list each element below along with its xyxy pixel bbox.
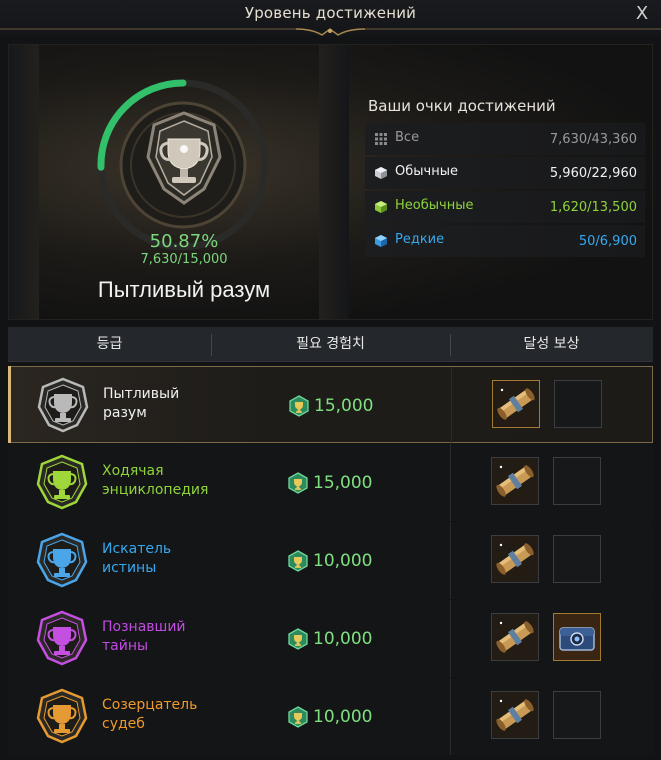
score-value: 7,630/43,360 xyxy=(549,132,637,147)
rank-name: Пытливый разум xyxy=(103,386,180,421)
window-title: Уровень достижений xyxy=(244,4,417,22)
score-label: Необычные xyxy=(395,198,474,213)
empty-reward-slot[interactable] xyxy=(553,535,601,583)
rank-table-body: Пытливый разум 15,000 Ходячая энциклопед… xyxy=(8,366,653,756)
header-rank: 등급 xyxy=(96,336,123,352)
column-divider xyxy=(450,678,451,755)
rank-row-3[interactable]: Искатель истины 10,000 xyxy=(8,522,653,599)
rank-name: Искатель истины xyxy=(102,541,172,576)
title-bar: Уровень достижений X xyxy=(0,0,661,36)
grid-icon xyxy=(375,133,387,145)
close-button[interactable]: X xyxy=(631,3,653,25)
rank-row-2[interactable]: Ходячая энциклопедия 15,000 xyxy=(8,444,653,521)
required-exp-value: 10,000 xyxy=(313,707,373,727)
exp-gem-icon xyxy=(288,628,308,650)
header-reward: 달성 보상 xyxy=(523,336,580,352)
empty-reward-slot[interactable] xyxy=(553,457,601,505)
exp-gem-icon xyxy=(289,395,309,417)
empty-reward-slot[interactable] xyxy=(553,691,601,739)
reward-slot-1[interactable] xyxy=(491,535,539,583)
blue-cube-icon xyxy=(375,235,387,247)
silver-trophy-icon xyxy=(37,377,89,433)
required-exp-value: 15,000 xyxy=(313,473,373,493)
score-value: 5,960/22,960 xyxy=(549,166,637,181)
scroll-icon xyxy=(492,458,538,504)
exp-gem-icon xyxy=(288,472,308,494)
orange-trophy-icon xyxy=(36,688,88,744)
scroll-icon xyxy=(492,692,538,738)
required-exp-value: 10,000 xyxy=(313,629,373,649)
exp-gem-icon xyxy=(288,550,308,572)
rank-row-4[interactable]: Познавший тайны 10,000 xyxy=(8,600,653,677)
reward-slot-2[interactable] xyxy=(553,613,601,661)
reward-slot-1[interactable] xyxy=(491,691,539,739)
score-row-common: Обычные 5,960/22,960 xyxy=(365,157,645,189)
required-exp-value: 10,000 xyxy=(313,551,373,571)
achievement-scores: Ваши очки достижений Все 7,630/43,360 Об… xyxy=(365,97,645,259)
exp-gem-icon xyxy=(288,706,308,728)
achievement-hero-panel: 50.87% 7,630/15,000 Пытливый разум Ваши … xyxy=(8,44,653,320)
title-ornament-icon xyxy=(0,28,661,36)
header-required-exp: 필요 경험치 xyxy=(296,336,365,352)
score-label: Редкие xyxy=(395,232,445,247)
reward-slot-1[interactable] xyxy=(491,457,539,505)
score-value: 1,620/13,500 xyxy=(549,200,637,215)
rank-row-1[interactable]: Пытливый разум 15,000 xyxy=(8,366,653,444)
empty-reward-slot[interactable] xyxy=(554,380,602,428)
scroll-icon xyxy=(493,381,539,427)
rank-name: Ходячая энциклопедия xyxy=(102,463,209,498)
score-label: Обычные xyxy=(395,164,458,179)
scroll-icon xyxy=(492,536,538,582)
column-divider xyxy=(450,522,451,599)
hero-frame-left xyxy=(9,45,39,319)
reward-slot-1[interactable] xyxy=(491,613,539,661)
scores-heading: Ваши очки достижений xyxy=(368,97,556,115)
progress-points: 7,630/15,000 xyxy=(140,252,228,267)
progress-percent: 50.87% xyxy=(149,231,219,252)
white-cube-icon xyxy=(375,167,387,179)
rank-row-5[interactable]: Созерцатель судеб 10,000 xyxy=(8,678,653,755)
column-divider xyxy=(451,367,452,444)
required-exp-value: 15,000 xyxy=(314,396,374,416)
rank-table-header: 등급 필요 경험치 달성 보상 xyxy=(8,327,653,362)
hero-frame-right xyxy=(319,45,349,319)
scroll-icon xyxy=(492,614,538,660)
score-row-all: Все 7,630/43,360 xyxy=(365,123,645,155)
green-cube-icon xyxy=(375,201,387,213)
purple-trophy-icon xyxy=(36,610,88,666)
current-rank-name: Пытливый разум xyxy=(97,277,271,302)
score-row-uncommon: Необычные 1,620/13,500 xyxy=(365,191,645,223)
score-value: 50/6,900 xyxy=(578,234,637,249)
green-trophy-icon xyxy=(36,454,88,510)
current-rank-trophy-icon xyxy=(146,111,222,205)
score-label: Все xyxy=(395,130,420,145)
column-divider xyxy=(450,444,451,521)
rank-name: Познавший тайны xyxy=(102,619,186,654)
column-divider xyxy=(450,600,451,677)
rank-name: Созерцатель судеб xyxy=(102,697,198,732)
blue-trophy-icon xyxy=(36,532,88,588)
score-row-rare: Редкие 50/6,900 xyxy=(365,225,645,257)
reward-slot-1[interactable] xyxy=(492,380,540,428)
chest-icon xyxy=(554,614,600,660)
